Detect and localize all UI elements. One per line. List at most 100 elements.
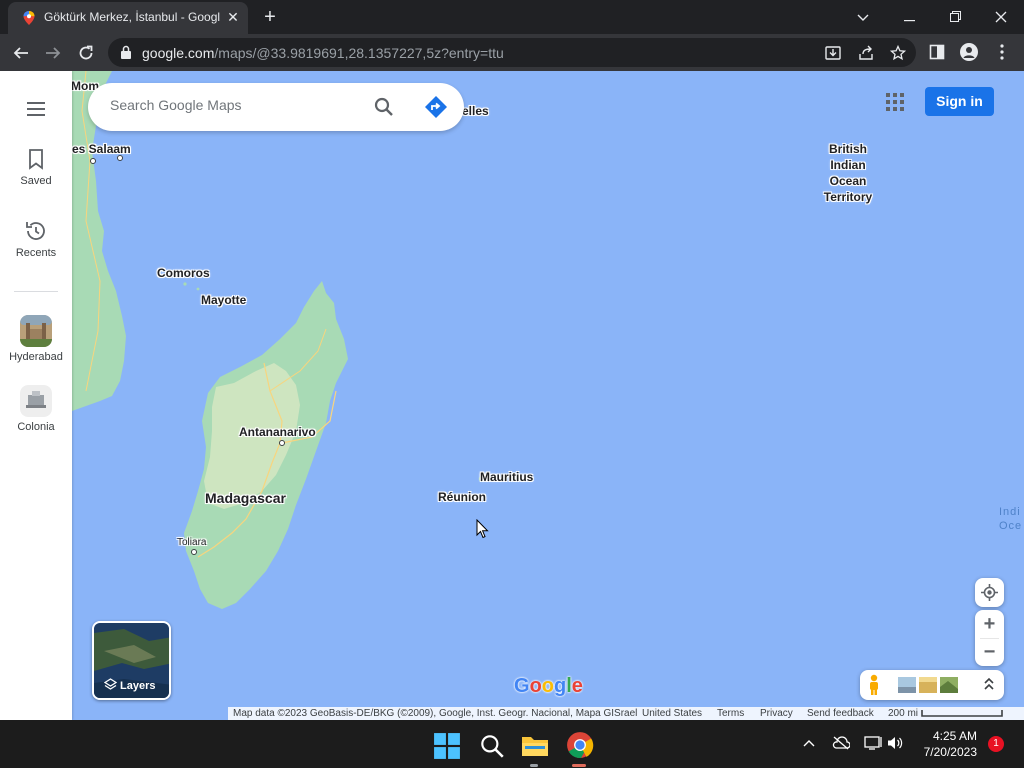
mouse-cursor-icon	[476, 519, 489, 539]
sign-in-button[interactable]: Sign in	[925, 87, 994, 116]
my-location-button[interactable]	[975, 578, 1004, 607]
tab-close-icon[interactable]: ✕	[224, 8, 242, 26]
zoom-controls: + −	[975, 610, 1004, 666]
tab-search-chevron-down-icon[interactable]	[843, 4, 883, 30]
map-label-reunion[interactable]: Réunion	[438, 490, 486, 504]
history-icon	[26, 222, 45, 240]
lock-icon[interactable]	[120, 45, 132, 59]
recent-place-colonia[interactable]: Colonia	[0, 385, 72, 433]
recent-place-label: Colonia	[17, 421, 55, 433]
file-explorer-icon[interactable]	[521, 732, 549, 760]
url-text[interactable]: google.com/maps/@33.9819691,28.1357227,5…	[142, 45, 504, 61]
map-label-antananarivo[interactable]: Antananarivo	[239, 425, 316, 439]
layers-button[interactable]: Layers	[92, 621, 171, 700]
maps-favicon-icon	[23, 11, 35, 25]
notification-badge[interactable]: 1	[988, 736, 1004, 752]
url-path: /maps/@33.9819691,28.1357227,5z?entry=tt…	[214, 45, 504, 61]
map-label-indian-ocean-line-1: Indi	[999, 506, 1021, 518]
menu-button[interactable]	[0, 97, 72, 125]
map-data-attribution[interactable]: Map data ©2023 GeoBasis-DE/BKG (©2009), …	[233, 707, 637, 720]
profile-icon[interactable]	[959, 42, 979, 62]
recent-place-hyderabad[interactable]: Hyderabad	[0, 315, 72, 363]
layers-label: Layers	[120, 680, 156, 692]
maps-viewport[interactable]: Mom elles es Salaam Comoros Mayotte Anta…	[0, 71, 1024, 720]
window-close-icon[interactable]	[981, 4, 1021, 30]
kebab-menu-icon[interactable]	[992, 42, 1012, 62]
scale-bar[interactable]	[921, 709, 1003, 718]
search-box	[88, 83, 464, 131]
url-host: google.com	[142, 45, 215, 61]
windows-start-icon[interactable]	[433, 732, 461, 760]
map-label-comoros[interactable]: Comoros	[157, 266, 210, 280]
zoom-in-button[interactable]: +	[975, 610, 1004, 638]
taskbar-search-icon[interactable]	[478, 732, 506, 760]
side-rail: Saved Recents Hyderabad Colonia	[0, 71, 72, 720]
expand-chevron-up-icon[interactable]	[983, 677, 995, 691]
install-app-icon[interactable]	[823, 43, 843, 63]
browser-toolbar: google.com/maps/@33.9819691,28.1357227,5…	[0, 34, 1024, 71]
map-label-mauritius[interactable]: Mauritius	[480, 470, 533, 484]
bookmark-icon	[29, 149, 43, 170]
onedrive-offline-icon[interactable]	[832, 736, 850, 750]
imagery-thumbnails[interactable]	[898, 677, 960, 693]
colonia-thumbnail	[20, 385, 52, 417]
network-icon[interactable]	[864, 735, 882, 751]
volume-icon[interactable]	[886, 735, 904, 751]
my-location-icon	[981, 584, 998, 601]
terms-link[interactable]: Terms	[717, 707, 744, 720]
explorer-running-indicator	[530, 764, 538, 767]
back-arrow-icon[interactable]	[8, 40, 34, 66]
map-label-biot-line-2: Indian	[830, 158, 866, 172]
pegman-icon[interactable]	[866, 674, 882, 696]
search-icon[interactable]	[372, 95, 396, 119]
new-tab-button[interactable]: +	[258, 6, 282, 28]
show-hidden-icons-chevron-up-icon[interactable]	[803, 739, 815, 747]
forward-arrow-icon[interactable]	[40, 40, 66, 66]
clock-date[interactable]: 7/20/2023	[907, 745, 977, 759]
map-label-british-indian-ocean-territory[interactable]: British Indian Ocean Territory	[820, 141, 876, 205]
recents-button[interactable]: Recents	[0, 219, 72, 259]
saved-label: Saved	[20, 175, 52, 187]
tab-strip: Göktürk Merkez, İstanbul - Google Maps ✕…	[0, 0, 1024, 34]
region-link[interactable]: United States	[642, 707, 702, 720]
scale-label[interactable]: 200 mi	[888, 707, 918, 720]
map-label-biot-line-4: Territory	[823, 190, 873, 204]
map-label-seychelles[interactable]: elles	[462, 104, 489, 118]
share-icon[interactable]	[856, 43, 876, 63]
send-feedback-link[interactable]: Send feedback	[807, 707, 874, 720]
map-label-biot-line-3: Ocean	[829, 174, 867, 188]
privacy-link[interactable]: Privacy	[760, 707, 793, 720]
zoom-out-button[interactable]: −	[975, 638, 1004, 666]
hamburger-menu-icon	[27, 102, 45, 116]
layers-icon	[104, 678, 117, 690]
map-label-dar-es-salaam[interactable]: es Salaam	[72, 142, 131, 156]
saved-button[interactable]: Saved	[0, 147, 72, 187]
map-label-indian-ocean-line-2: Oce	[999, 520, 1023, 532]
browser-tab[interactable]: Göktürk Merkez, İstanbul - Google Maps ✕	[8, 2, 248, 34]
windows-taskbar: 4:25 AM 7/20/2023	[0, 720, 1024, 768]
bookmark-star-icon[interactable]	[888, 43, 908, 63]
map-label-toliara[interactable]: Toliara	[177, 537, 206, 548]
rail-divider	[14, 291, 58, 292]
map-label-biot-line-1: British	[828, 142, 867, 156]
google-apps-grid-icon[interactable]	[884, 91, 906, 113]
chrome-active-indicator	[572, 764, 586, 767]
hyderabad-thumbnail	[20, 315, 52, 347]
side-panel-icon[interactable]	[927, 42, 947, 62]
map-label-mayotte[interactable]: Mayotte	[201, 293, 246, 307]
map-label-indian-ocean: Indi Oce	[999, 505, 1022, 533]
address-bar[interactable]: google.com/maps/@33.9819691,28.1357227,5…	[108, 38, 916, 67]
reload-icon[interactable]	[73, 40, 99, 66]
recents-label: Recents	[15, 247, 57, 259]
google-logo: Google	[514, 675, 583, 697]
map-footer: Map data ©2023 GeoBasis-DE/BKG (©2009), …	[228, 707, 1024, 720]
street-view-imagery-strip	[860, 670, 1004, 700]
tab-title: Göktürk Merkez, İstanbul - Google Maps	[44, 10, 220, 24]
directions-icon[interactable]	[424, 95, 448, 119]
restore-icon[interactable]	[935, 4, 975, 30]
clock-time[interactable]: 4:25 AM	[907, 729, 977, 743]
chrome-icon[interactable]	[566, 731, 594, 759]
map-label-madagascar[interactable]: Madagascar	[205, 490, 286, 506]
search-input[interactable]	[110, 97, 360, 113]
minimize-icon[interactable]	[889, 4, 929, 30]
